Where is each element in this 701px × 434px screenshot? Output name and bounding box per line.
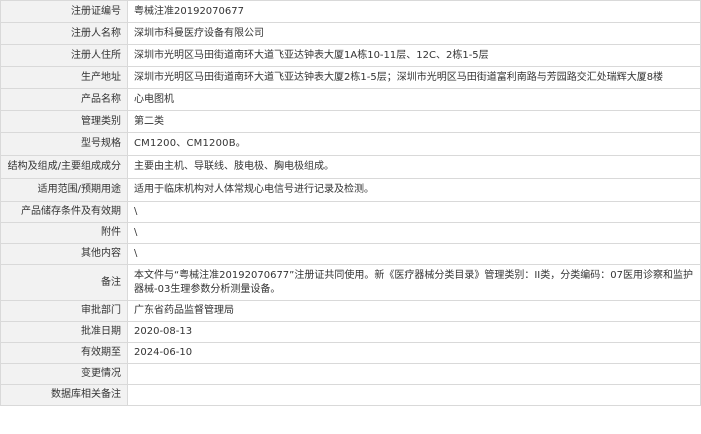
field-value: 第二类 bbox=[127, 110, 701, 133]
field-label: 批准日期 bbox=[0, 321, 128, 343]
field-label: 其他内容 bbox=[0, 243, 128, 265]
row-product-name: 产品名称 心电图机 bbox=[0, 88, 701, 111]
field-value bbox=[127, 363, 701, 385]
field-label: 结构及组成/主要组成成分 bbox=[0, 155, 128, 179]
field-value: \ bbox=[127, 201, 701, 223]
field-label: 管理类别 bbox=[0, 110, 128, 133]
field-value: 2024-06-10 bbox=[127, 342, 701, 364]
row-production-address: 生产地址 深圳市光明区马田街道南环大道飞亚达钟表大厦2栋1-5层；深圳市光明区马… bbox=[0, 66, 701, 89]
row-storage-validity: 产品储存条件及有效期 \ bbox=[0, 201, 701, 223]
field-value bbox=[127, 384, 701, 406]
field-label: 生产地址 bbox=[0, 66, 128, 89]
field-value: \ bbox=[127, 222, 701, 244]
registration-table: 注册证编号 粤械注准20192070677 注册人名称 深圳市科曼医疗设备有限公… bbox=[0, 0, 701, 406]
row-attachments: 附件 \ bbox=[0, 222, 701, 244]
row-registrant-name: 注册人名称 深圳市科曼医疗设备有限公司 bbox=[0, 22, 701, 45]
row-approval-date: 批准日期 2020-08-13 bbox=[0, 321, 701, 343]
field-label: 有效期至 bbox=[0, 342, 128, 364]
field-value: 2020-08-13 bbox=[127, 321, 701, 343]
field-label: 审批部门 bbox=[0, 300, 128, 322]
field-label: 注册证编号 bbox=[0, 0, 128, 23]
field-label: 注册人住所 bbox=[0, 44, 128, 67]
field-value: 适用于临床机构对人体常规心电信号进行记录及检测。 bbox=[127, 178, 701, 202]
field-value: 粤械注准20192070677 bbox=[127, 0, 701, 23]
field-label: 备注 bbox=[0, 264, 128, 301]
row-management-category: 管理类别 第二类 bbox=[0, 110, 701, 133]
field-label: 产品储存条件及有效期 bbox=[0, 201, 128, 223]
field-value: 深圳市光明区马田街道南环大道飞亚达钟表大厦2栋1-5层；深圳市光明区马田街道富利… bbox=[127, 66, 701, 89]
row-change-status: 变更情况 bbox=[0, 363, 701, 385]
field-value: 本文件与“粤械注准20192070677”注册证共同使用。新《医疗器械分类目录》… bbox=[127, 264, 701, 301]
row-database-remarks: 数据库相关备注 bbox=[0, 384, 701, 406]
row-remarks: 备注 本文件与“粤械注准20192070677”注册证共同使用。新《医疗器械分类… bbox=[0, 264, 701, 301]
field-label: 适用范围/预期用途 bbox=[0, 178, 128, 202]
field-value: CM1200、CM1200B。 bbox=[127, 132, 701, 156]
row-model-spec: 型号规格 CM1200、CM1200B。 bbox=[0, 132, 701, 156]
row-registrant-address: 注册人住所 深圳市光明区马田街道南环大道飞亚达钟表大厦1A栋10-11层、12C… bbox=[0, 44, 701, 67]
field-label: 产品名称 bbox=[0, 88, 128, 111]
field-value: 深圳市光明区马田街道南环大道飞亚达钟表大厦1A栋10-11层、12C、2栋1-5… bbox=[127, 44, 701, 67]
field-value: 心电图机 bbox=[127, 88, 701, 111]
row-approval-department: 审批部门 广东省药品监督管理局 bbox=[0, 300, 701, 322]
row-registration-number: 注册证编号 粤械注准20192070677 bbox=[0, 0, 701, 23]
field-label: 附件 bbox=[0, 222, 128, 244]
field-value: \ bbox=[127, 243, 701, 265]
row-intended-use: 适用范围/预期用途 适用于临床机构对人体常规心电信号进行记录及检测。 bbox=[0, 178, 701, 202]
field-label: 型号规格 bbox=[0, 132, 128, 156]
field-value: 主要由主机、导联线、肢电极、胸电极组成。 bbox=[127, 155, 701, 179]
row-structure-composition: 结构及组成/主要组成成分 主要由主机、导联线、肢电极、胸电极组成。 bbox=[0, 155, 701, 179]
field-label: 注册人名称 bbox=[0, 22, 128, 45]
row-other-content: 其他内容 \ bbox=[0, 243, 701, 265]
row-valid-until: 有效期至 2024-06-10 bbox=[0, 342, 701, 364]
field-value: 广东省药品监督管理局 bbox=[127, 300, 701, 322]
field-label: 数据库相关备注 bbox=[0, 384, 128, 406]
field-value: 深圳市科曼医疗设备有限公司 bbox=[127, 22, 701, 45]
field-label: 变更情况 bbox=[0, 363, 128, 385]
